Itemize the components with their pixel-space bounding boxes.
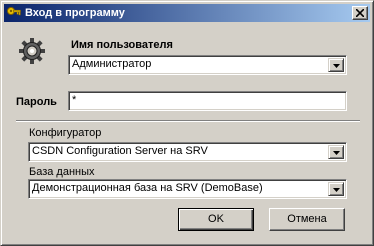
ok-button-label: OK: [208, 213, 224, 225]
divider: [16, 120, 360, 122]
database-dropdown-button[interactable]: [328, 182, 344, 196]
configurator-dropdown-button[interactable]: [328, 145, 344, 159]
password-value: *: [72, 94, 77, 106]
database-value: Демонстрационная база на SRV (DemoBase): [32, 182, 263, 194]
chevron-down-icon: [333, 64, 340, 68]
username-dropdown-button[interactable]: [328, 58, 344, 72]
cancel-button-label: Отмена: [287, 213, 327, 225]
title-bar[interactable]: Вход в программу: [4, 4, 370, 22]
key-icon: [7, 7, 21, 16]
database-select[interactable]: Демонстрационная база на SRV (DemoBase): [28, 179, 347, 199]
username-value: Администратор: [72, 58, 152, 70]
password-label: Пароль: [16, 96, 57, 108]
password-field[interactable]: *: [68, 91, 347, 111]
gear-icon: [19, 38, 45, 64]
ok-button[interactable]: OK: [178, 208, 254, 231]
configurator-select[interactable]: CSDN Configuration Server на SRV: [28, 142, 347, 162]
window-title: Вход в программу: [25, 7, 125, 19]
close-button[interactable]: [352, 6, 368, 20]
login-dialog: Вход в программу Имя пользователя Админи…: [0, 0, 374, 246]
configurator-label: Конфигуратор: [29, 127, 102, 139]
database-label: База данных: [29, 166, 95, 178]
chevron-down-icon: [333, 151, 340, 155]
username-label: Имя пользователя: [71, 39, 173, 51]
close-x-icon: [356, 9, 364, 17]
chevron-down-icon: [333, 188, 340, 192]
configurator-value: CSDN Configuration Server на SRV: [32, 145, 208, 157]
cancel-button[interactable]: Отмена: [269, 208, 345, 231]
username-select[interactable]: Администратор: [68, 55, 347, 75]
